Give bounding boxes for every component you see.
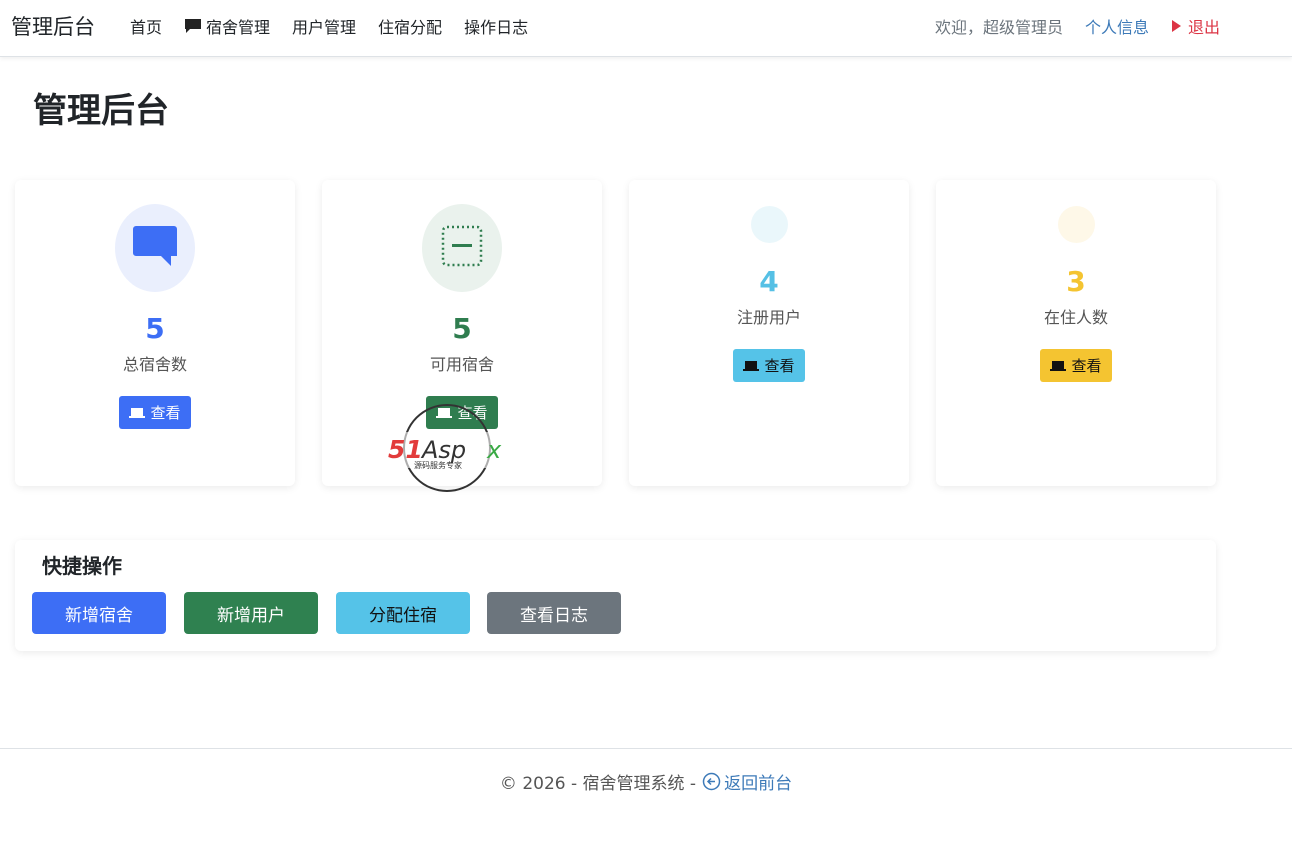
nav-links: 首页 宿舍管理 用户管理 住宿分配 操作日志 [130,14,550,38]
view-button-label: 查看 [150,404,181,422]
empty-circle-icon [1057,206,1095,243]
stat-label: 在住人数 [1043,308,1108,327]
nav-home-label: 首页 [130,18,163,37]
view-dorms-button[interactable]: 查看 [119,396,191,429]
watermark-logo: 51 Asp x 源码服务专家 [386,402,514,494]
play-triangle-icon [1171,19,1182,33]
stat-icon-circle [422,204,502,292]
stat-icon-circle [115,204,195,292]
nav-dorm-management[interactable]: 宿舍管理 [184,14,270,38]
stat-card-registered-users: 4 注册用户 查看 [629,180,909,486]
page-title: 管理后台 [33,91,169,131]
chat-bubble-icon [132,224,178,272]
nav-user-label: 用户管理 [292,18,357,37]
stat-value: 5 [452,312,472,345]
stat-label: 注册用户 [736,308,801,327]
add-user-button[interactable]: 新增用户 [184,592,318,634]
back-to-frontend-link[interactable]: 返回前台 [702,769,792,794]
footer-copyright: © 2026 - 宿舍管理系统 - [499,774,697,794]
nav-user-area: 欢迎，超级管理员 个人信息 退出 [935,14,1220,38]
stat-value: 5 [145,312,165,345]
nav-home[interactable]: 首页 [130,14,162,38]
quick-actions-panel: 快捷操作 新增宿舍 新增用户 分配住宿 查看日志 [15,540,1216,651]
view-button-label: 查看 [764,357,795,375]
stat-value: 3 [1066,265,1086,298]
chat-bubble-icon [184,17,202,35]
dotted-square-icon [440,224,484,272]
laptop-icon [1050,360,1067,372]
laptop-icon [743,360,760,372]
nav-accommodation[interactable]: 住宿分配 [378,14,442,38]
nav-logs[interactable]: 操作日志 [464,14,528,38]
svg-text:51: 51 [388,435,423,464]
svg-text:x: x [486,436,502,464]
nav-logs-label: 操作日志 [464,18,529,37]
footer: © 2026 - 宿舍管理系统 - 返回前台 [0,748,1292,794]
top-navbar: 管理后台 首页 宿舍管理 用户管理 住宿分配 操作日志 欢迎，超级管理员 个人信… [0,0,1292,57]
nav-accommodation-label: 住宿分配 [378,18,443,37]
view-residents-button[interactable]: 查看 [1040,349,1112,382]
back-link-label: 返回前台 [724,774,793,794]
assign-accommodation-button[interactable]: 分配住宿 [336,592,470,634]
add-dorm-button[interactable]: 新增宿舍 [32,592,166,634]
quick-actions-title: 快捷操作 [42,554,122,578]
footer-content: © 2026 - 宿舍管理系统 - 返回前台 [0,769,1292,794]
svg-text:Asp: Asp [420,436,466,464]
view-users-button[interactable]: 查看 [733,349,805,382]
stat-label: 总宿舍数 [122,355,187,374]
profile-link[interactable]: 个人信息 [1085,14,1149,38]
empty-circle-icon [750,206,788,243]
nav-user-management[interactable]: 用户管理 [292,14,356,38]
nav-dorm-label: 宿舍管理 [206,18,271,37]
svg-text:源码服务专家: 源码服务专家 [414,460,462,470]
stat-value: 4 [759,265,779,298]
view-logs-button[interactable]: 查看日志 [487,592,621,634]
stat-label: 可用宿舍 [429,355,494,374]
arrow-left-circle-icon [702,772,721,791]
laptop-icon [129,407,146,419]
stat-card-residents: 3 在住人数 查看 [936,180,1216,486]
welcome-text: 欢迎，超级管理员 [934,18,1063,37]
logout-label: 退出 [1187,18,1220,37]
logout-link[interactable]: 退出 [1171,14,1220,38]
stat-card-total-dorms: 5 总宿舍数 查看 [15,180,295,486]
view-button-label: 查看 [1071,357,1102,375]
brand-title[interactable]: 管理后台 [11,11,95,41]
